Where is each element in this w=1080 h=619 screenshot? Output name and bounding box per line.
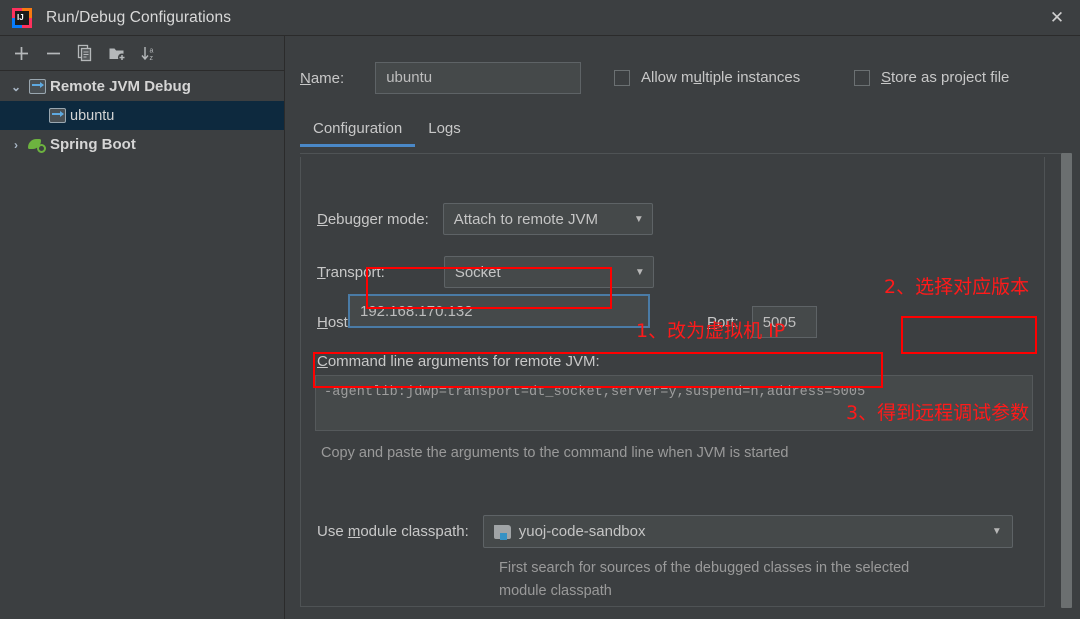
tab-divider: [300, 153, 1066, 154]
tree-group-spring-boot[interactable]: › Spring Boot: [0, 130, 284, 159]
remote-debug-icon: [46, 108, 68, 123]
module-classpath-value: yuoj-code-sandbox: [519, 523, 646, 540]
spring-boot-icon: [26, 137, 48, 153]
close-window-button[interactable]: ✕: [1034, 0, 1080, 36]
transport-select[interactable]: Socket ▼: [444, 256, 654, 288]
transport-label: Transport:: [317, 264, 385, 281]
debugger-mode-label: Debugger mode:: [317, 211, 429, 228]
debugger-mode-select[interactable]: Attach to remote JVM ▼: [443, 203, 653, 235]
debugger-mode-value: Attach to remote JVM: [454, 211, 598, 228]
add-configuration-button[interactable]: [6, 39, 36, 67]
checkbox-box[interactable]: [854, 70, 870, 86]
editor-tabs: Configuration Logs: [300, 116, 474, 147]
store-as-project-file-checkbox[interactable]: Store as project file: [854, 69, 1009, 86]
transport-value: Socket: [455, 264, 501, 281]
new-folder-button[interactable]: [102, 39, 132, 67]
chevron-down-icon: ▼: [624, 214, 644, 225]
chevron-right-icon[interactable]: ›: [6, 138, 26, 152]
host-label-wrap: Host:: [317, 314, 352, 331]
checkbox-label: Store as project file: [881, 69, 1009, 86]
svg-text:z: z: [150, 55, 154, 62]
scrollbar-thumb[interactable]: [1061, 153, 1072, 608]
chevron-down-icon: ▼: [992, 526, 1002, 537]
sidebar-item-label: ubuntu: [70, 108, 114, 124]
configurations-sidebar: a z ⌄ Remote JVM Debug ubuntu: [0, 36, 285, 619]
debugger-mode-row: Debugger mode: Attach to remote JVM ▼: [317, 203, 653, 235]
sidebar-item-ubuntu[interactable]: ubuntu: [0, 101, 284, 130]
configurations-tree: ⌄ Remote JVM Debug ubuntu › Spring Boot: [0, 71, 284, 159]
configuration-form: Debugger mode: Attach to remote JVM ▼ Tr…: [300, 157, 1045, 607]
copy-hint-text: Copy and paste the arguments to the comm…: [321, 442, 788, 465]
allow-multiple-instances-checkbox[interactable]: Allow multiple instances: [614, 69, 800, 86]
module-classpath-select[interactable]: yuoj-code-sandbox ▼: [483, 515, 1013, 548]
module-folder-icon: [494, 525, 511, 539]
title-bar: IJ Run/Debug Configurations ✕: [0, 0, 1080, 36]
sidebar-toolbar: a z: [0, 36, 284, 71]
host-input[interactable]: 192.168.170.132: [348, 294, 650, 328]
module-classpath-row: Use module classpath: yuoj-code-sandbox …: [317, 515, 1013, 548]
name-row: Name: ubuntu: [300, 62, 581, 94]
window-title: Run/Debug Configurations: [46, 9, 231, 27]
transport-row: Transport: Socket ▼: [317, 256, 654, 288]
chevron-down-icon[interactable]: ⌄: [6, 80, 26, 94]
tree-group-label: Remote JVM Debug: [50, 78, 191, 95]
module-hint-line-2: module classpath: [499, 580, 999, 603]
checkbox-box[interactable]: [614, 70, 630, 86]
tab-logs[interactable]: Logs: [415, 116, 474, 147]
run-debug-configurations-window: IJ Run/Debug Configurations ✕: [0, 0, 1080, 619]
remove-configuration-button[interactable]: [38, 39, 68, 67]
name-input[interactable]: ubuntu: [375, 62, 581, 94]
name-label: Name:: [300, 70, 344, 87]
module-hint: First search for sources of the debugged…: [499, 557, 999, 603]
sort-configurations-button[interactable]: a z: [134, 39, 164, 67]
checkbox-label: Allow multiple instances: [641, 69, 800, 86]
host-label: Host:: [317, 314, 352, 331]
module-hint-line-1: First search for sources of the debugged…: [499, 557, 999, 580]
svg-text:a: a: [150, 47, 154, 54]
annotation-select-version: 2、选择对应版本: [884, 272, 1029, 299]
tree-group-label: Spring Boot: [50, 136, 136, 153]
tab-configuration[interactable]: Configuration: [300, 116, 415, 147]
annotation-get-debug-params: 3、得到远程调试参数: [846, 398, 1029, 425]
module-classpath-label: Use module classpath:: [317, 523, 469, 540]
copy-configuration-button[interactable]: [70, 39, 100, 67]
tree-group-remote-jvm-debug[interactable]: ⌄ Remote JVM Debug: [0, 72, 284, 101]
command-line-label: Command line arguments for remote JVM:: [317, 353, 600, 370]
chevron-down-icon: ▼: [625, 267, 645, 278]
annotation-change-to-vm-ip: 1、改为虚拟机 IP: [636, 316, 785, 343]
vertical-scrollbar[interactable]: [1061, 153, 1072, 619]
intellij-idea-logo-icon: IJ: [12, 8, 32, 28]
remote-debug-icon: [26, 79, 48, 94]
